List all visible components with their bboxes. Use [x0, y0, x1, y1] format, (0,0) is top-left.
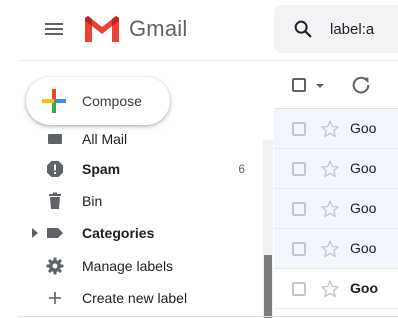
sidebar-nav: All Mail Spam 6 Bin Categories Manage la…: [18, 130, 263, 318]
email-row[interactable]: Goo: [274, 109, 398, 149]
star-icon[interactable]: [320, 199, 340, 219]
sidebar-item-label: Create new label: [82, 290, 188, 306]
spam-count: 6: [238, 162, 245, 176]
sidebar-item-all-mail[interactable]: All Mail: [18, 130, 263, 155]
plus-icon: [46, 289, 64, 307]
search-bar[interactable]: label:a: [274, 5, 398, 53]
gear-icon: [46, 257, 64, 275]
email-sender: Goo: [350, 200, 377, 216]
email-sender: Goo: [350, 240, 377, 256]
email-row[interactable]: Goo: [274, 149, 398, 189]
refresh-icon[interactable]: [350, 74, 372, 96]
gmail-wordmark: Gmail: [129, 16, 188, 41]
sidebar-item-label: Spam: [82, 161, 121, 177]
email-sender: Goo: [350, 120, 377, 136]
header-divider: [18, 60, 398, 61]
compose-label: Compose: [82, 93, 142, 109]
compose-button[interactable]: Compose: [26, 77, 170, 125]
sidebar-item-bin[interactable]: Bin: [18, 185, 263, 217]
star-icon[interactable]: [320, 279, 340, 299]
star-icon[interactable]: [320, 119, 340, 139]
sidebar-item-categories[interactable]: Categories: [18, 217, 263, 249]
email-row-unread[interactable]: Goo: [274, 269, 398, 309]
star-icon[interactable]: [320, 159, 340, 179]
gmail-envelope-icon: [85, 16, 119, 42]
row-checkbox[interactable]: [292, 162, 306, 176]
sidebar-item-spam[interactable]: Spam 6: [18, 153, 263, 185]
row-checkbox[interactable]: [292, 122, 306, 136]
compose-plus-icon: [42, 89, 66, 113]
label-icon: [46, 224, 64, 242]
bin-icon: [46, 192, 64, 210]
all-mail-icon: [46, 130, 64, 148]
bottom-divider: [18, 316, 398, 317]
sidebar-item-manage-labels[interactable]: Manage labels: [18, 250, 263, 282]
sidebar-item-label: All Mail: [82, 131, 128, 147]
search-icon[interactable]: [292, 18, 314, 40]
row-checkbox[interactable]: [292, 282, 306, 296]
sidebar-item-label: Bin: [82, 193, 103, 209]
sidebar-item-label: Categories: [82, 225, 155, 241]
select-all-checkbox[interactable]: [292, 78, 306, 92]
gmail-logo[interactable]: Gmail: [83, 14, 187, 44]
main-menu-button[interactable]: [42, 17, 66, 41]
sidebar-scrollbar-thumb[interactable]: [264, 255, 272, 318]
email-row[interactable]: Goo: [274, 229, 398, 269]
hamburger-menu-icon: [45, 23, 63, 35]
select-dropdown-icon[interactable]: [315, 82, 325, 90]
expand-caret-icon[interactable]: [31, 228, 39, 238]
sidebar-item-label: Manage labels: [82, 258, 174, 274]
sidebar-item-create-label[interactable]: Create new label: [18, 282, 263, 314]
email-sender: Goo: [350, 280, 378, 296]
row-checkbox[interactable]: [292, 242, 306, 256]
star-icon[interactable]: [320, 239, 340, 259]
spam-icon: [46, 160, 64, 178]
row-checkbox[interactable]: [292, 202, 306, 216]
search-input[interactable]: label:a: [330, 21, 374, 38]
email-sender: Goo: [350, 160, 377, 176]
email-row[interactable]: Goo: [274, 189, 398, 229]
